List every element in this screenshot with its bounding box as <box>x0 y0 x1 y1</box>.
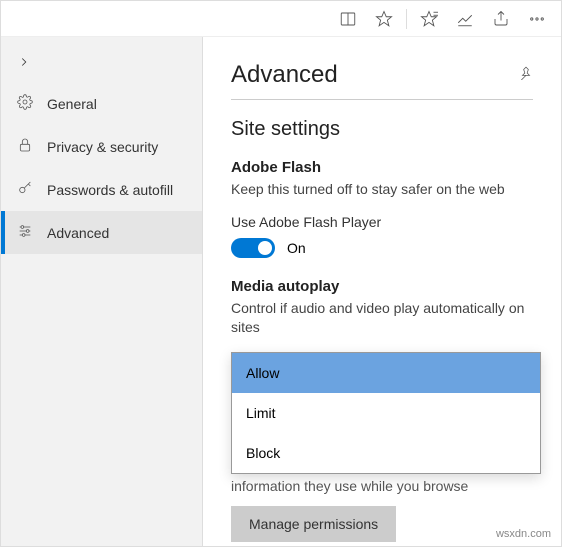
flash-toggle[interactable] <box>231 238 275 258</box>
autoplay-desc: Control if audio and video play automati… <box>231 299 533 338</box>
back-button[interactable] <box>1 47 202 82</box>
autoplay-dropdown[interactable]: Allow Limit Block <box>231 352 541 474</box>
sidebar-item-label: Advanced <box>47 225 109 241</box>
watermark: wsxdn.com <box>496 528 551 540</box>
favorites-list-icon[interactable] <box>411 1 447 37</box>
autoplay-option-allow[interactable]: Allow <box>232 353 540 393</box>
lock-icon <box>17 137 33 156</box>
divider <box>406 9 407 29</box>
sidebar-item-label: Privacy & security <box>47 139 158 155</box>
autoplay-option-limit[interactable]: Limit <box>232 393 540 433</box>
toolbar <box>1 1 561 37</box>
main-panel: Advanced Site settings Adobe Flash Keep … <box>203 37 561 546</box>
manage-permissions-button[interactable]: Manage permissions <box>231 506 396 542</box>
gear-icon <box>17 94 33 113</box>
sliders-icon <box>17 223 33 242</box>
pin-icon[interactable] <box>519 66 533 85</box>
sidebar-item-label: General <box>47 96 97 112</box>
sidebar-item-privacy[interactable]: Privacy & security <box>1 125 202 168</box>
section-title: Site settings <box>231 118 533 141</box>
sidebar-item-advanced[interactable]: Advanced <box>1 211 202 254</box>
flash-setting-label: Use Adobe Flash Player <box>231 214 533 230</box>
reading-view-icon[interactable] <box>330 1 366 37</box>
notes-icon[interactable] <box>447 1 483 37</box>
autoplay-heading: Media autoplay <box>231 278 533 295</box>
key-icon <box>17 180 33 199</box>
under-text: information they use while you browse <box>231 478 533 494</box>
share-icon[interactable] <box>483 1 519 37</box>
autoplay-option-block[interactable]: Block <box>232 433 540 473</box>
flash-toggle-state: On <box>287 240 306 256</box>
favorite-icon[interactable] <box>366 1 402 37</box>
sidebar-item-general[interactable]: General <box>1 82 202 125</box>
divider <box>231 99 533 100</box>
flash-desc: Keep this turned off to stay safer on th… <box>231 180 533 200</box>
sidebar: General Privacy & security Passwords & a… <box>1 37 203 546</box>
sidebar-item-passwords[interactable]: Passwords & autofill <box>1 168 202 211</box>
sidebar-item-label: Passwords & autofill <box>47 182 173 198</box>
more-icon[interactable] <box>519 1 555 37</box>
page-title: Advanced <box>231 61 338 89</box>
flash-heading: Adobe Flash <box>231 159 533 176</box>
